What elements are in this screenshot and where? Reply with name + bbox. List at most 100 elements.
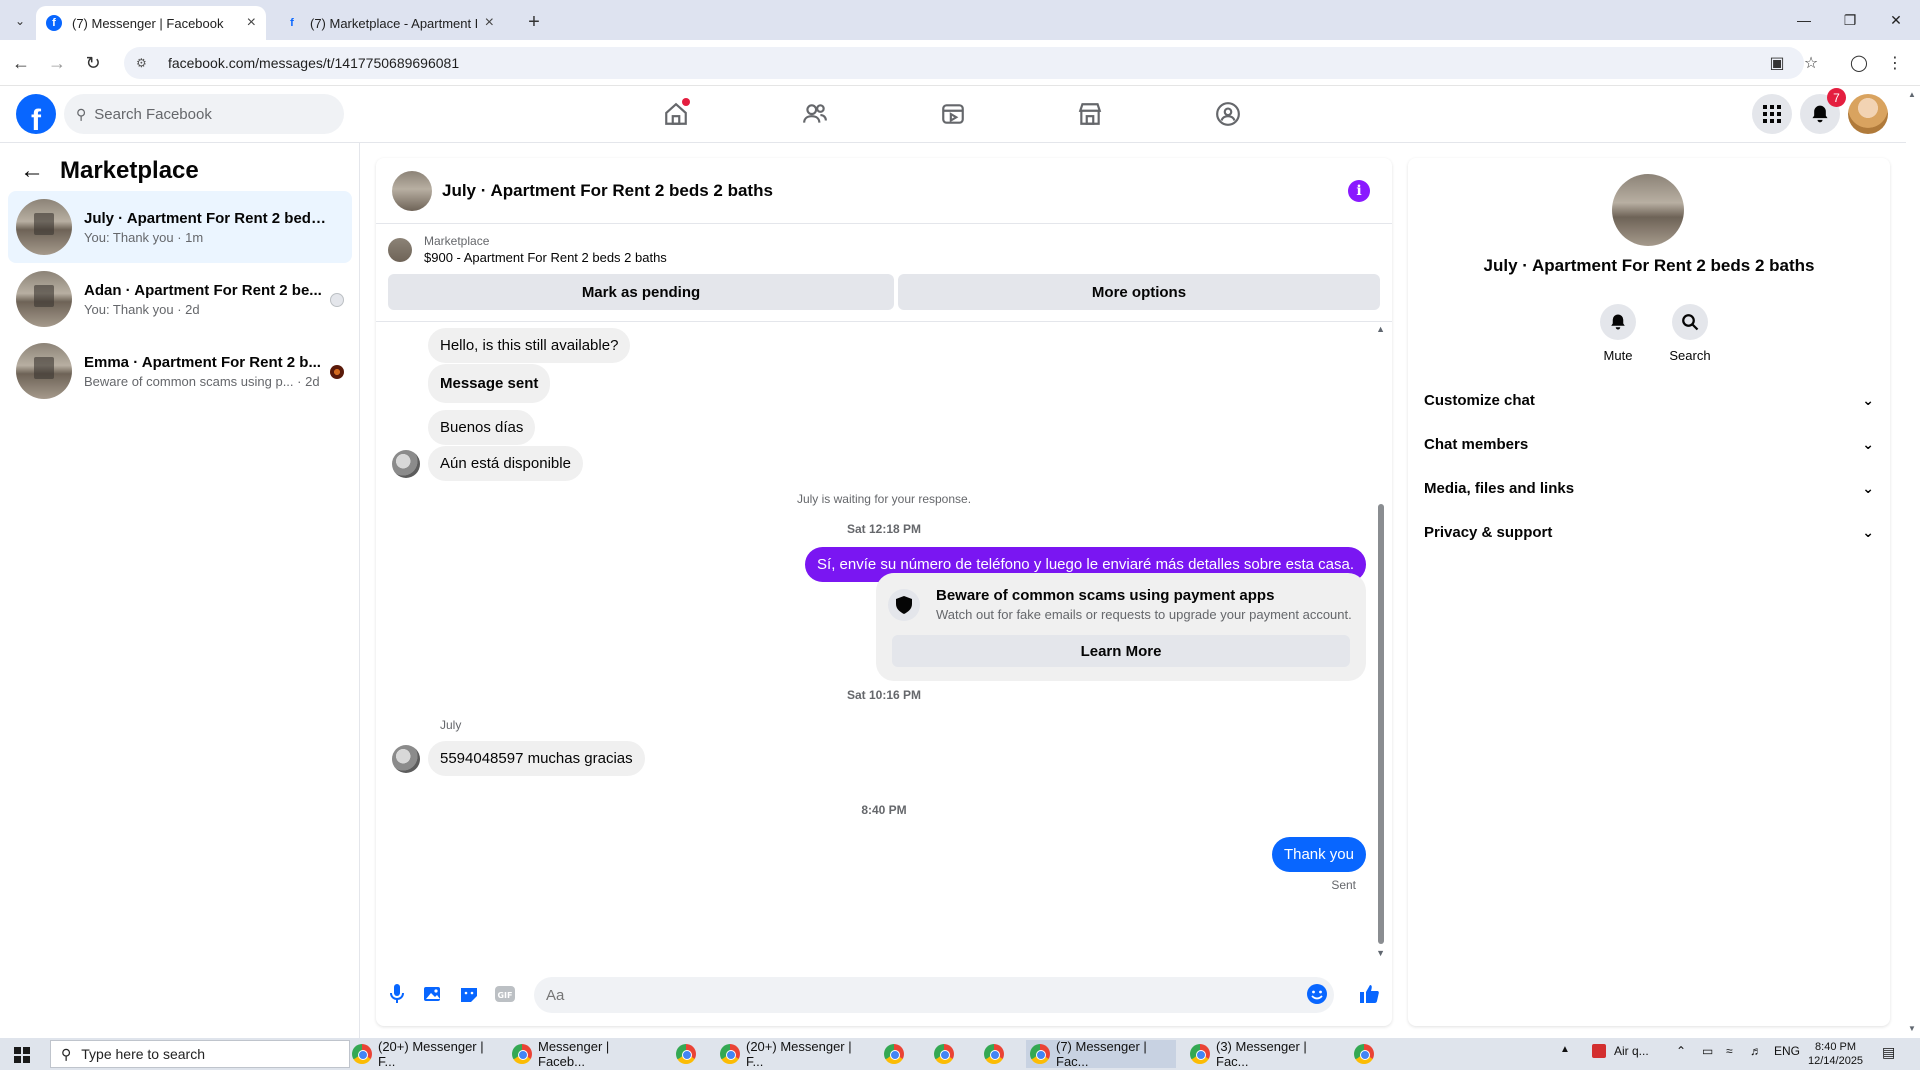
browser-tabstrip: ⌄ f (7) Messenger | Facebook × f (7) Mar… bbox=[0, 0, 1920, 40]
microphone-icon[interactable] bbox=[384, 981, 410, 1007]
taskbar-search-input[interactable]: ⚲ Type here to search bbox=[50, 1040, 350, 1068]
account-avatar[interactable] bbox=[1848, 94, 1888, 134]
taskbar-app-chrome[interactable] bbox=[980, 1040, 1010, 1068]
taskbar-app-chrome[interactable] bbox=[880, 1040, 910, 1068]
marketplace-sidebar: ← Marketplace July · Apartment For Rent … bbox=[0, 143, 360, 1038]
restore-icon[interactable]: ❐ bbox=[1830, 8, 1870, 32]
page-scrollbar[interactable]: ▲ ▼ bbox=[1906, 86, 1920, 1038]
browser-tab-messenger[interactable]: f (7) Messenger | Facebook × bbox=[36, 6, 266, 40]
thumbs-up-icon[interactable] bbox=[1356, 981, 1382, 1007]
video-icon[interactable] bbox=[933, 96, 973, 132]
bell-icon bbox=[1600, 304, 1636, 340]
tray-weather[interactable]: Air q... bbox=[1592, 1044, 1649, 1058]
tray-chevron-icon[interactable]: ⌃ bbox=[1676, 1044, 1686, 1058]
emoji-icon[interactable] bbox=[1304, 981, 1330, 1007]
more-options-button[interactable]: More options bbox=[898, 274, 1380, 310]
tab-title: (7) Marketplace - Apartment Fo bbox=[310, 15, 477, 31]
groups-icon[interactable] bbox=[1208, 96, 1248, 132]
chat-avatar[interactable] bbox=[392, 170, 432, 211]
taskbar-app-chrome[interactable]: (20+) Messenger | F... bbox=[716, 1039, 864, 1069]
section-label: Customize chat bbox=[1424, 391, 1535, 409]
section-label: Chat members bbox=[1424, 435, 1529, 453]
address-bar[interactable]: ⚙ facebook.com/messages/t/14177506896960… bbox=[124, 47, 1804, 79]
mute-button[interactable]: Mute bbox=[1588, 304, 1648, 363]
notification-center-icon[interactable]: ▤ bbox=[1882, 1044, 1895, 1061]
home-icon[interactable] bbox=[656, 96, 696, 132]
facebook-search-input[interactable]: ⚲ Search Facebook bbox=[64, 94, 344, 134]
message-scrollbar[interactable] bbox=[1378, 504, 1384, 944]
marketplace-icon[interactable] bbox=[1070, 96, 1110, 132]
close-window-icon[interactable]: ✕ bbox=[1876, 8, 1916, 32]
listing-thumbnail bbox=[16, 199, 72, 255]
message-bubble: Hello, is this still available? bbox=[428, 328, 631, 363]
conversation-item-emma[interactable]: Emma · Apartment For Rent 2 b... Beware … bbox=[8, 335, 352, 407]
facebook-favicon-icon: f bbox=[290, 17, 294, 29]
listing-summary[interactable]: Marketplace $900 - Apartment For Rent 2 … bbox=[388, 234, 667, 265]
section-customize-chat[interactable]: Customize chat ⌄ bbox=[1424, 380, 1874, 420]
mark-as-pending-button[interactable]: Mark as pending bbox=[388, 274, 894, 310]
forward-icon[interactable]: → bbox=[44, 50, 70, 76]
tray-language[interactable]: ENG bbox=[1774, 1044, 1800, 1058]
scroll-down-arrow-icon[interactable]: ▼ bbox=[1908, 1024, 1916, 1033]
windows-start-icon[interactable] bbox=[14, 1047, 30, 1063]
bookmark-star-icon[interactable]: ☆ bbox=[1798, 50, 1824, 76]
back-arrow-icon[interactable]: ← bbox=[20, 157, 44, 185]
chat-header: July · Apartment For Rent 2 beds 2 baths… bbox=[376, 158, 1392, 224]
facebook-logo-icon[interactable]: f bbox=[16, 94, 56, 134]
reload-icon[interactable]: ↻ bbox=[80, 50, 106, 76]
close-tab-icon[interactable]: × bbox=[485, 14, 494, 32]
browser-menu-icon[interactable]: ⋮ bbox=[1882, 50, 1908, 76]
profile-icon[interactable]: ◯ bbox=[1846, 50, 1872, 76]
section-label: Media, files and links bbox=[1424, 479, 1575, 497]
waiting-notice: July is waiting for your response. bbox=[796, 492, 972, 506]
tray-volume-icon[interactable]: ♬ bbox=[1750, 1044, 1762, 1058]
back-icon[interactable]: ← bbox=[8, 50, 34, 76]
tray-battery-icon[interactable]: ▭ bbox=[1702, 1044, 1713, 1058]
chat-title[interactable]: July · Apartment For Rent 2 beds 2 baths bbox=[442, 181, 773, 201]
section-privacy-support[interactable]: Privacy & support ⌄ bbox=[1424, 512, 1874, 552]
tab-search-chevron-icon[interactable]: ⌄ bbox=[8, 10, 32, 32]
timestamp-divider: Sat 12:18 PM bbox=[846, 522, 922, 536]
new-tab-icon[interactable]: + bbox=[520, 8, 548, 36]
chevron-down-icon: ⌄ bbox=[1862, 479, 1874, 496]
friends-icon[interactable] bbox=[795, 96, 835, 132]
taskbar-app-chrome[interactable]: Messenger | Faceb... bbox=[508, 1039, 656, 1069]
sticker-icon[interactable] bbox=[456, 981, 482, 1007]
taskbar-app-chrome[interactable] bbox=[930, 1040, 960, 1068]
search-in-conversation-button[interactable]: Search bbox=[1660, 304, 1720, 363]
scam-warning-title: Beware of common scams using payment app… bbox=[936, 587, 1275, 604]
conversation-item-adan[interactable]: Adan · Apartment For Rent 2 be... You: T… bbox=[8, 263, 352, 335]
scroll-up-arrow-icon[interactable]: ▲ bbox=[1908, 90, 1916, 99]
message-input[interactable] bbox=[534, 977, 1334, 1013]
install-app-icon[interactable]: ▣ bbox=[1764, 50, 1790, 76]
tray-clock[interactable]: 8:40 PM 12/14/2025 bbox=[1808, 1040, 1863, 1068]
scroll-down-arrow-icon[interactable]: ▼ bbox=[1376, 948, 1385, 958]
scroll-up-arrow-icon[interactable]: ▲ bbox=[1376, 324, 1385, 334]
minimize-icon[interactable]: — bbox=[1784, 8, 1824, 32]
site-info-icon[interactable]: ⚙ bbox=[136, 56, 154, 70]
conversation-info-icon[interactable]: i bbox=[1348, 180, 1370, 202]
taskbar-app-chrome[interactable]: (3) Messenger | Fac... bbox=[1186, 1039, 1336, 1069]
taskbar-app-chrome-active[interactable]: (7) Messenger | Fac... bbox=[1026, 1039, 1176, 1069]
tray-overflow-icon[interactable]: ▲ bbox=[1560, 1044, 1570, 1055]
message-list[interactable]: Hello, is this still available? Message … bbox=[376, 321, 1392, 963]
conversation-name: July · Apartment For Rent 2 beds 2... bbox=[84, 209, 334, 227]
browser-tab-marketplace[interactable]: f (7) Marketplace - Apartment Fo × bbox=[274, 6, 504, 40]
chrome-icon bbox=[1190, 1044, 1210, 1064]
notifications-bell-icon[interactable]: 7 bbox=[1800, 88, 1846, 134]
seen-avatar-icon bbox=[330, 293, 344, 307]
menu-grid-icon[interactable] bbox=[1752, 94, 1792, 134]
section-media-files-links[interactable]: Media, files and links ⌄ bbox=[1424, 468, 1874, 508]
taskbar-app-chrome[interactable] bbox=[672, 1040, 702, 1068]
conversation-item-july[interactable]: July · Apartment For Rent 2 beds 2... Yo… bbox=[8, 191, 352, 263]
tray-wifi-icon[interactable]: ≈ bbox=[1726, 1044, 1733, 1058]
conversation-preview: Beware of common scams using p... · 2d bbox=[84, 373, 320, 389]
message-bubble-sent: Thank you bbox=[1271, 837, 1366, 872]
close-tab-icon[interactable]: × bbox=[247, 14, 256, 32]
section-chat-members[interactable]: Chat members ⌄ bbox=[1424, 424, 1874, 464]
photo-icon[interactable] bbox=[420, 981, 446, 1007]
gif-icon[interactable]: GIF bbox=[492, 981, 518, 1007]
taskbar-app-chrome[interactable] bbox=[1350, 1040, 1380, 1068]
learn-more-button[interactable]: Learn More bbox=[892, 635, 1350, 667]
taskbar-app-chrome[interactable]: (20+) Messenger | F... bbox=[348, 1039, 496, 1069]
